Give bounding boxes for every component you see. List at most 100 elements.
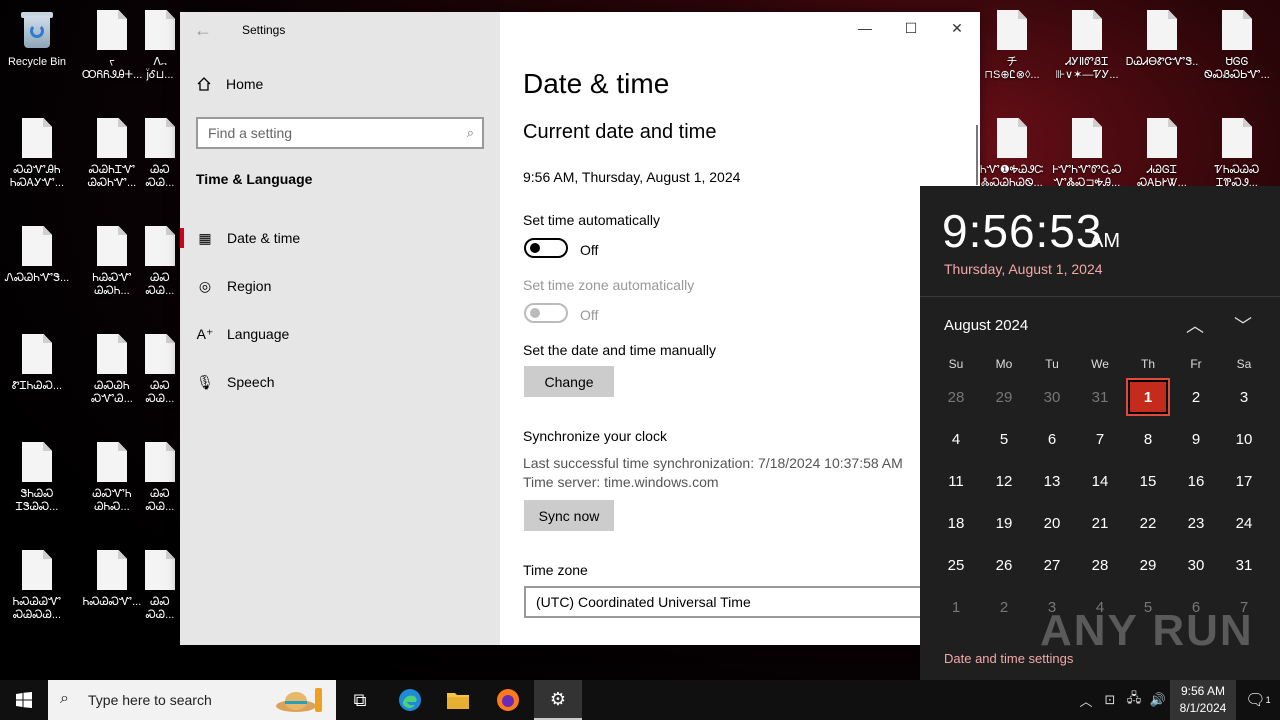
calendar-day[interactable]: 20 bbox=[1028, 502, 1076, 544]
sync-now-button[interactable]: Sync now bbox=[524, 500, 614, 531]
nav-item-date-time[interactable]: ▦ Date & time bbox=[180, 218, 500, 258]
desktop-icon-label: ᏊᏍ ᏍᏊ... bbox=[145, 488, 175, 513]
desktop-file-icon[interactable]: ᏁᏍᏊᏂᏉᏕ... bbox=[1, 218, 73, 318]
flyout-date[interactable]: Thursday, August 1, 2024 bbox=[944, 261, 1103, 277]
desktop-file-icon[interactable]: ᏂᏍᏊᏊᏉ ᏍᏊᏍᏊ... bbox=[1, 542, 73, 642]
set-tz-auto-toggle[interactable] bbox=[524, 303, 568, 323]
set-tz-auto-state: Off bbox=[580, 307, 599, 323]
calendar-day[interactable]: 28 bbox=[1076, 544, 1124, 586]
desktop-file-icon[interactable]: ᎠᏊᏗᎾᏑᏣᏉᏕ... bbox=[1126, 2, 1198, 102]
calendar-day[interactable]: 22 bbox=[1124, 502, 1172, 544]
calendar-day[interactable]: 7 bbox=[1076, 418, 1124, 460]
desktop-file-icon[interactable]: ᏊᏍ ᏍᏊ... bbox=[140, 542, 180, 642]
calendar-day[interactable]: 17 bbox=[1220, 460, 1268, 502]
weekday-label: Fr bbox=[1190, 357, 1202, 371]
desktop-file-icon[interactable]: ᏑᏆᏂᏊᏍ... bbox=[1, 326, 73, 426]
desktop-icon-label: ᏂᏍᏊᏍᏉ... bbox=[82, 596, 142, 608]
desktop-file-icon[interactable]: ᐱ᎔ j̈Ꮄ⊔... bbox=[140, 2, 180, 102]
desktop-file-icon[interactable]: ᏊᏍ ᏍᏊ... bbox=[140, 110, 180, 210]
taskbar-clock[interactable]: 9:56 AM 8/1/2024 bbox=[1170, 680, 1236, 720]
nav-item-region[interactable]: ◎ Region bbox=[180, 266, 500, 306]
calendar-day[interactable]: 9 bbox=[1172, 418, 1220, 460]
calendar-day[interactable]: 31 bbox=[1076, 376, 1124, 418]
volume-icon[interactable]: 🔊 bbox=[1146, 692, 1170, 708]
chevron-up-icon[interactable]: ︿ bbox=[1074, 691, 1098, 710]
calendar-day[interactable]: 14 bbox=[1076, 460, 1124, 502]
desktop-file-icon[interactable]: ᏌᎶᎶ ᏫᏍᏰᏍᏏᏉ... bbox=[1201, 2, 1273, 102]
desktop-file-icon[interactable]: チ ⊓S⊕Ꮭ⊗◊... bbox=[976, 2, 1048, 102]
recycle-bin-icon[interactable]: Recycle Bin bbox=[1, 2, 73, 102]
maximize-icon[interactable]: ☐ bbox=[888, 12, 934, 44]
task-view-icon[interactable]: ⧉ bbox=[336, 680, 384, 720]
nav-item-speech[interactable]: 🎙 Speech bbox=[180, 362, 500, 402]
back-arrow-icon[interactable]: ← bbox=[194, 20, 212, 41]
timezone-select[interactable]: (UTC) Coordinated Universal Time bbox=[524, 586, 924, 618]
calendar-day[interactable]: 31 bbox=[1220, 544, 1268, 586]
calendar-day[interactable]: 2 bbox=[980, 586, 1028, 628]
calendar-day[interactable]: 29 bbox=[980, 376, 1028, 418]
calendar-day[interactable]: 30 bbox=[1172, 544, 1220, 586]
find-setting-input[interactable]: Find a setting ⌕ bbox=[196, 117, 484, 149]
calendar-day[interactable]: 5 bbox=[980, 418, 1028, 460]
start-button[interactable] bbox=[0, 680, 48, 720]
month-label[interactable]: August 2024 bbox=[944, 317, 1028, 334]
calendar-day[interactable]: 27 bbox=[1028, 544, 1076, 586]
calendar-day[interactable]: 4 bbox=[932, 418, 980, 460]
calendar-day[interactable]: 16 bbox=[1172, 460, 1220, 502]
network-icon[interactable]: 🖧 bbox=[1122, 689, 1146, 711]
calendar-day[interactable]: 3 bbox=[1220, 376, 1268, 418]
calendar-day[interactable]: 25 bbox=[932, 544, 980, 586]
calendar-day[interactable]: 1 bbox=[932, 586, 980, 628]
weekday-label: Sa bbox=[1236, 357, 1252, 371]
firefox-icon[interactable] bbox=[484, 680, 532, 720]
file-explorer-icon[interactable] bbox=[434, 680, 482, 720]
set-time-auto-toggle[interactable] bbox=[524, 238, 568, 258]
desktop-file-icon[interactable]: ᏍᏊᏉᎯᏂ ᏂᏍᎪᎩᏉ... bbox=[1, 110, 73, 210]
calendar-day[interactable]: 12 bbox=[980, 460, 1028, 502]
chevron-down-icon[interactable]: ﹀ bbox=[1234, 312, 1252, 338]
calendar-day[interactable]: 10 bbox=[1220, 418, 1268, 460]
calendar-day-today[interactable]: 1 bbox=[1124, 376, 1172, 418]
desktop-file-icon[interactable]: ᏊᏍ ᏍᏊ... bbox=[140, 218, 180, 318]
calendar-day[interactable]: 24 bbox=[1220, 502, 1268, 544]
calendar-day[interactable]: 23 bbox=[1172, 502, 1220, 544]
settings-app-icon[interactable]: ⚙ bbox=[534, 680, 582, 720]
desktop-file-icon[interactable]: ᏍᏊᏂᏆᏉ ᏊᏍᏂᏉ... bbox=[76, 110, 148, 210]
calendar-day[interactable]: 28 bbox=[932, 376, 980, 418]
desktop-file-icon[interactable]: ᡪ ꝎᏲᏲᏭᎯⵜ... bbox=[76, 2, 148, 102]
desktop-icon-label: ᏑᏆᏂᏊᏍ... bbox=[11, 380, 63, 392]
calendar-day[interactable]: 30 bbox=[1028, 376, 1076, 418]
calendar-day[interactable]: 21 bbox=[1076, 502, 1124, 544]
chevron-up-icon[interactable]: ︿ bbox=[1186, 312, 1204, 338]
calendar-day[interactable]: 19 bbox=[980, 502, 1028, 544]
nav-item-language[interactable]: A⁺ Language bbox=[180, 314, 500, 354]
desktop-file-icon[interactable]: ᏂᏊᏍᏉ ᏊᏍᏂ... bbox=[76, 218, 148, 318]
edge-browser-icon[interactable] bbox=[386, 680, 434, 720]
change-button[interactable]: Change bbox=[524, 366, 614, 397]
calendar-day[interactable]: 26 bbox=[980, 544, 1028, 586]
calendar-day[interactable]: 18 bbox=[932, 502, 980, 544]
notification-icon[interactable]: 🗨 1 bbox=[1236, 690, 1280, 710]
calendar-day[interactable]: 29 bbox=[1124, 544, 1172, 586]
desktop-file-icon[interactable]: ᏂᏍᏊᏍᏉ... bbox=[76, 542, 148, 642]
desktop-file-icon[interactable]: ᏊᏍ ᏍᏊ... bbox=[140, 326, 180, 426]
taskbar-search-box[interactable]: ⌕ Type here to search bbox=[48, 680, 336, 720]
desktop-file-icon[interactable]: ᏊᏍ ᏍᏊ... bbox=[140, 434, 180, 534]
home-link[interactable]: Home bbox=[196, 76, 263, 92]
device-icon[interactable]: ⊡ bbox=[1098, 692, 1122, 708]
close-icon[interactable]: ✕ bbox=[934, 12, 980, 44]
calendar-day[interactable]: 6 bbox=[1028, 418, 1076, 460]
calendar-clock-icon: ▦ bbox=[198, 229, 212, 246]
desktop-file-icon[interactable]: ᏊᏍᏊᏂ ᏍᏉᏊ... bbox=[76, 326, 148, 426]
desktop-file-icon[interactable]: ᏗᎩⅡᏛᏰᏆ ⊪∨✶—ᏤᎩ... bbox=[1051, 2, 1123, 102]
calendar-day[interactable]: 8 bbox=[1124, 418, 1172, 460]
calendar-day[interactable]: 15 bbox=[1124, 460, 1172, 502]
calendar-day[interactable]: 2 bbox=[1172, 376, 1220, 418]
desktop-file-icon[interactable]: ᏕᏂᏊᏍ ᏆᏕᏊᏍ... bbox=[1, 434, 73, 534]
desktop-icon-label: ᏍᏊᏂᏆᏉ ᏊᏍᏂᏉ... bbox=[87, 164, 137, 189]
calendar-day[interactable]: 11 bbox=[932, 460, 980, 502]
desktop-file-icon[interactable]: ᏊᏍᏉᏂ ᏊᏂᏍ... bbox=[76, 434, 148, 534]
minimize-icon[interactable]: — bbox=[842, 12, 888, 44]
scrollbar[interactable] bbox=[976, 125, 978, 185]
calendar-day[interactable]: 13 bbox=[1028, 460, 1076, 502]
